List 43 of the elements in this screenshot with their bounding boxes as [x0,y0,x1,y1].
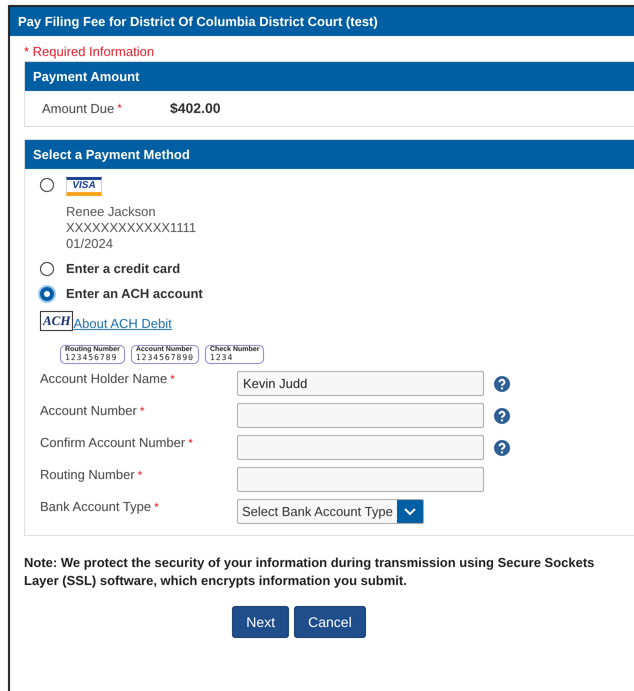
required-mark: * [140,404,144,418]
required-mark: * [170,372,175,386]
card-detail: 01/2024 [66,236,114,251]
field-label: Routing Number [40,467,135,482]
required-mark: * [138,468,142,482]
input-field[interactable]: Kevin Judd [237,371,484,396]
field-label: Account Holder Name [40,371,168,386]
check-digits: 123456789 [65,353,118,362]
card-logo: VISA [66,177,102,196]
option-label: Enter an ACH account [66,286,203,301]
cancel-button[interactable]: Cancel [294,606,366,638]
section-header: Payment Amount [25,62,634,91]
card-detail: Renee Jackson [66,204,157,219]
card-detail: XXXXXXXXXXXX1111 [66,220,196,235]
section-header: Select a Payment Method [25,140,634,169]
about-ach-link[interactable]: About ACH Debit [73,316,172,331]
help-icon[interactable] [494,376,510,392]
next-button[interactable]: Next [232,606,290,638]
amount-value: $402.00 [170,100,221,116]
input-field[interactable] [237,467,484,492]
ach-logo: ACH [40,311,74,331]
help-icon[interactable] [494,440,510,456]
help-icon[interactable] [494,408,510,424]
required-mark: * [117,101,122,115]
field-label: Confirm Account Number [40,435,186,450]
field-label: Bank Account Type [40,499,152,514]
radio-button[interactable] [40,262,54,276]
input-field[interactable] [237,403,484,428]
chevron-down-icon [404,508,416,516]
option-label: Enter a credit card [66,261,180,276]
bank-account-type-dropdown[interactable]: Select Bank Account Type [237,499,424,524]
security-note: Note: We protect the security of your information during transmission using Secure Sockets Layer (SSL) software, which encrypts information you submit. [24,554,596,590]
radio-button[interactable] [40,287,54,301]
required-mark: * [154,500,159,514]
field-label: Amount Due [42,100,114,116]
required-mark: * [188,436,193,450]
input-field[interactable] [237,435,484,460]
required-note: * Required Information [24,44,156,59]
field-label: Account Number [40,403,137,418]
radio-button[interactable] [40,178,54,192]
check-digits: 1234567890 [136,353,194,362]
check-digits: 1234 [210,353,234,362]
window-title: Pay Filing Fee for District Of Columbia District Court (test) [10,7,634,36]
